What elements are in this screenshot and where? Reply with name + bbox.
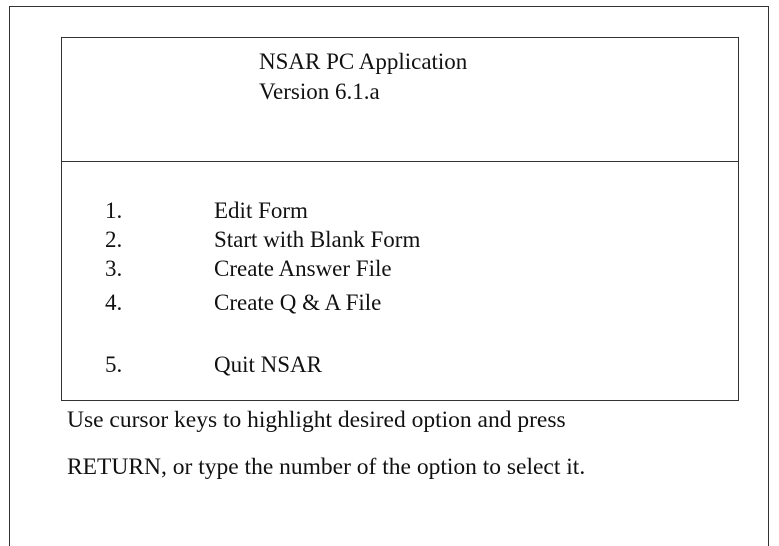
option-number: 1. — [105, 198, 123, 223]
instructions-line-2: RETURN, or type the number of the option… — [67, 454, 586, 480]
menu-option-create-answer-file[interactable]: 3. Create Answer File — [62, 254, 738, 284]
option-label: Create Answer File — [214, 256, 392, 281]
menu-option-start-blank-form[interactable]: 2. Start with Blank Form — [62, 225, 738, 255]
option-number: 5. — [105, 352, 123, 377]
main-menu-box: NSAR PC Application Version 6.1.a 1. Edi… — [61, 37, 739, 401]
option-label: Create Q & A File — [214, 290, 382, 315]
option-label: Start with Blank Form — [214, 227, 421, 252]
app-version: Version 6.1.a — [259, 79, 380, 104]
menu-option-quit-nsar[interactable]: 5. Quit NSAR — [62, 350, 738, 380]
app-title: NSAR PC Application — [259, 49, 468, 74]
menu-header: NSAR PC Application Version 6.1.a — [62, 38, 738, 162]
instructions-line-1: Use cursor keys to highlight desired opt… — [67, 407, 566, 433]
menu-option-edit-form[interactable]: 1. Edit Form — [62, 196, 738, 226]
option-label: Edit Form — [214, 198, 308, 223]
option-label: Quit NSAR — [214, 352, 322, 377]
menu-option-create-qa-file[interactable]: 4. Create Q & A File — [62, 288, 738, 318]
option-number: 4. — [105, 290, 123, 315]
option-number: 3. — [105, 256, 123, 281]
option-number: 2. — [105, 227, 123, 252]
